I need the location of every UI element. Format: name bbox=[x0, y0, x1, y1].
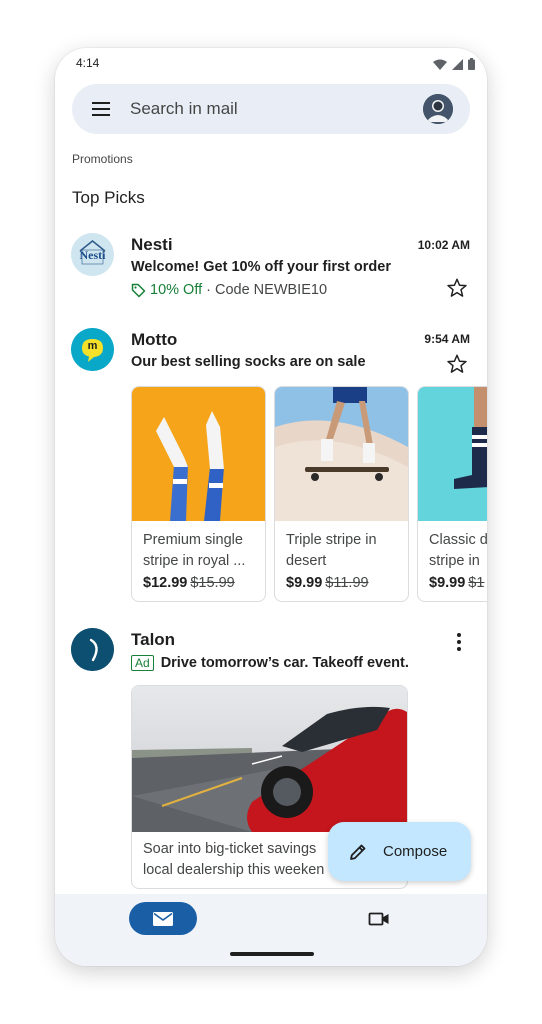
cellular-icon bbox=[452, 58, 463, 70]
product-image-classic-socks bbox=[418, 387, 487, 521]
ad-image-red-car bbox=[132, 686, 407, 832]
phone-frame: 4:14 Search in mail Promotions Top Picks bbox=[55, 48, 487, 966]
email-subject: Drive tomorrow’s car. Takeoff event. bbox=[160, 655, 409, 671]
email-time: 9:54 AM bbox=[424, 332, 470, 346]
wifi-icon bbox=[433, 59, 447, 70]
hamburger-menu-icon[interactable] bbox=[91, 99, 111, 119]
motto-logo-text: m bbox=[87, 340, 98, 352]
sender-name: Talon bbox=[131, 630, 176, 649]
product-price: $9.99 $11.99 bbox=[286, 575, 369, 591]
talon-logo bbox=[71, 628, 114, 671]
ad-text-line2: local dealership this weeken bbox=[143, 862, 325, 878]
product-image-desert-skater bbox=[275, 387, 408, 521]
top-picks-heading: Top Picks bbox=[72, 188, 145, 207]
avatar-person-icon bbox=[423, 94, 453, 124]
sender-name: Nesti bbox=[131, 235, 173, 254]
star-icon[interactable] bbox=[446, 277, 468, 299]
product-name-line1: Classic d bbox=[429, 532, 487, 548]
product-price: $9.99 $1 bbox=[429, 575, 484, 591]
more-vert-icon[interactable] bbox=[451, 632, 467, 652]
promo-line: 10% Off · Code NEWBIE10 bbox=[131, 282, 327, 298]
home-indicator[interactable] bbox=[230, 952, 314, 956]
product-card[interactable]: Premium single stripe in royal ... $12.9… bbox=[131, 386, 266, 602]
pencil-icon bbox=[350, 844, 366, 860]
price-current: $9.99 bbox=[429, 575, 466, 591]
nav-mail-tab[interactable] bbox=[129, 902, 197, 935]
email-subject-line: Ad Drive tomorrow’s car. Takeoff event. bbox=[131, 655, 409, 671]
section-label: Promotions bbox=[72, 152, 133, 166]
motto-logo: m bbox=[71, 328, 114, 371]
promo-code: · Code NEWBIE10 bbox=[206, 282, 328, 298]
email-subject: Our best selling socks are on sale bbox=[131, 354, 366, 370]
product-card[interactable]: Triple stripe in desert $9.99 $11.99 bbox=[274, 386, 409, 602]
status-bar: 4:14 bbox=[55, 48, 487, 80]
nesti-logo: Nesti bbox=[71, 233, 114, 276]
nesti-logo-text: Nesti bbox=[79, 248, 106, 262]
price-current: $12.99 bbox=[143, 575, 188, 591]
promo-deal: 10% Off bbox=[150, 282, 203, 298]
product-name: Premium single stripe in royal ... bbox=[143, 532, 246, 569]
search-input[interactable]: Search in mail bbox=[130, 99, 238, 119]
status-icons bbox=[433, 58, 475, 70]
ad-text-line1: Soar into big-ticket savings bbox=[143, 841, 317, 857]
video-camera-icon[interactable] bbox=[368, 908, 390, 930]
tag-icon bbox=[131, 283, 146, 297]
product-price: $12.99 $15.99 bbox=[143, 575, 235, 591]
product-card[interactable]: Classic d stripe in $9.99 $1 bbox=[417, 386, 487, 602]
status-time: 4:14 bbox=[76, 56, 100, 70]
email-subject: Welcome! Get 10% off your first order bbox=[131, 259, 391, 275]
search-bar[interactable]: Search in mail bbox=[72, 84, 470, 134]
product-carousel[interactable]: Premium single stripe in royal ... $12.9… bbox=[131, 386, 487, 604]
product-name: Triple stripe in desert bbox=[286, 532, 377, 569]
price-current: $9.99 bbox=[286, 575, 323, 591]
product-image-royal-socks bbox=[132, 387, 265, 521]
compose-button[interactable]: Compose bbox=[328, 822, 471, 881]
price-original: $15.99 bbox=[190, 575, 235, 591]
battery-icon bbox=[468, 58, 475, 70]
compose-label: Compose bbox=[383, 843, 448, 860]
price-original: $11.99 bbox=[325, 575, 369, 591]
email-time: 10:02 AM bbox=[417, 238, 470, 252]
product-name-line2: stripe in bbox=[429, 553, 480, 569]
sender-name: Motto bbox=[131, 330, 178, 349]
ad-badge: Ad bbox=[131, 655, 154, 671]
star-icon[interactable] bbox=[446, 353, 468, 375]
product-name: Classic d stripe in bbox=[429, 530, 487, 572]
account-avatar[interactable] bbox=[423, 94, 453, 124]
price-original: $1 bbox=[468, 575, 485, 591]
ad-text: Soar into big-ticket savings local deale… bbox=[143, 839, 324, 881]
bottom-navigation bbox=[55, 894, 487, 966]
mail-icon bbox=[153, 911, 173, 926]
